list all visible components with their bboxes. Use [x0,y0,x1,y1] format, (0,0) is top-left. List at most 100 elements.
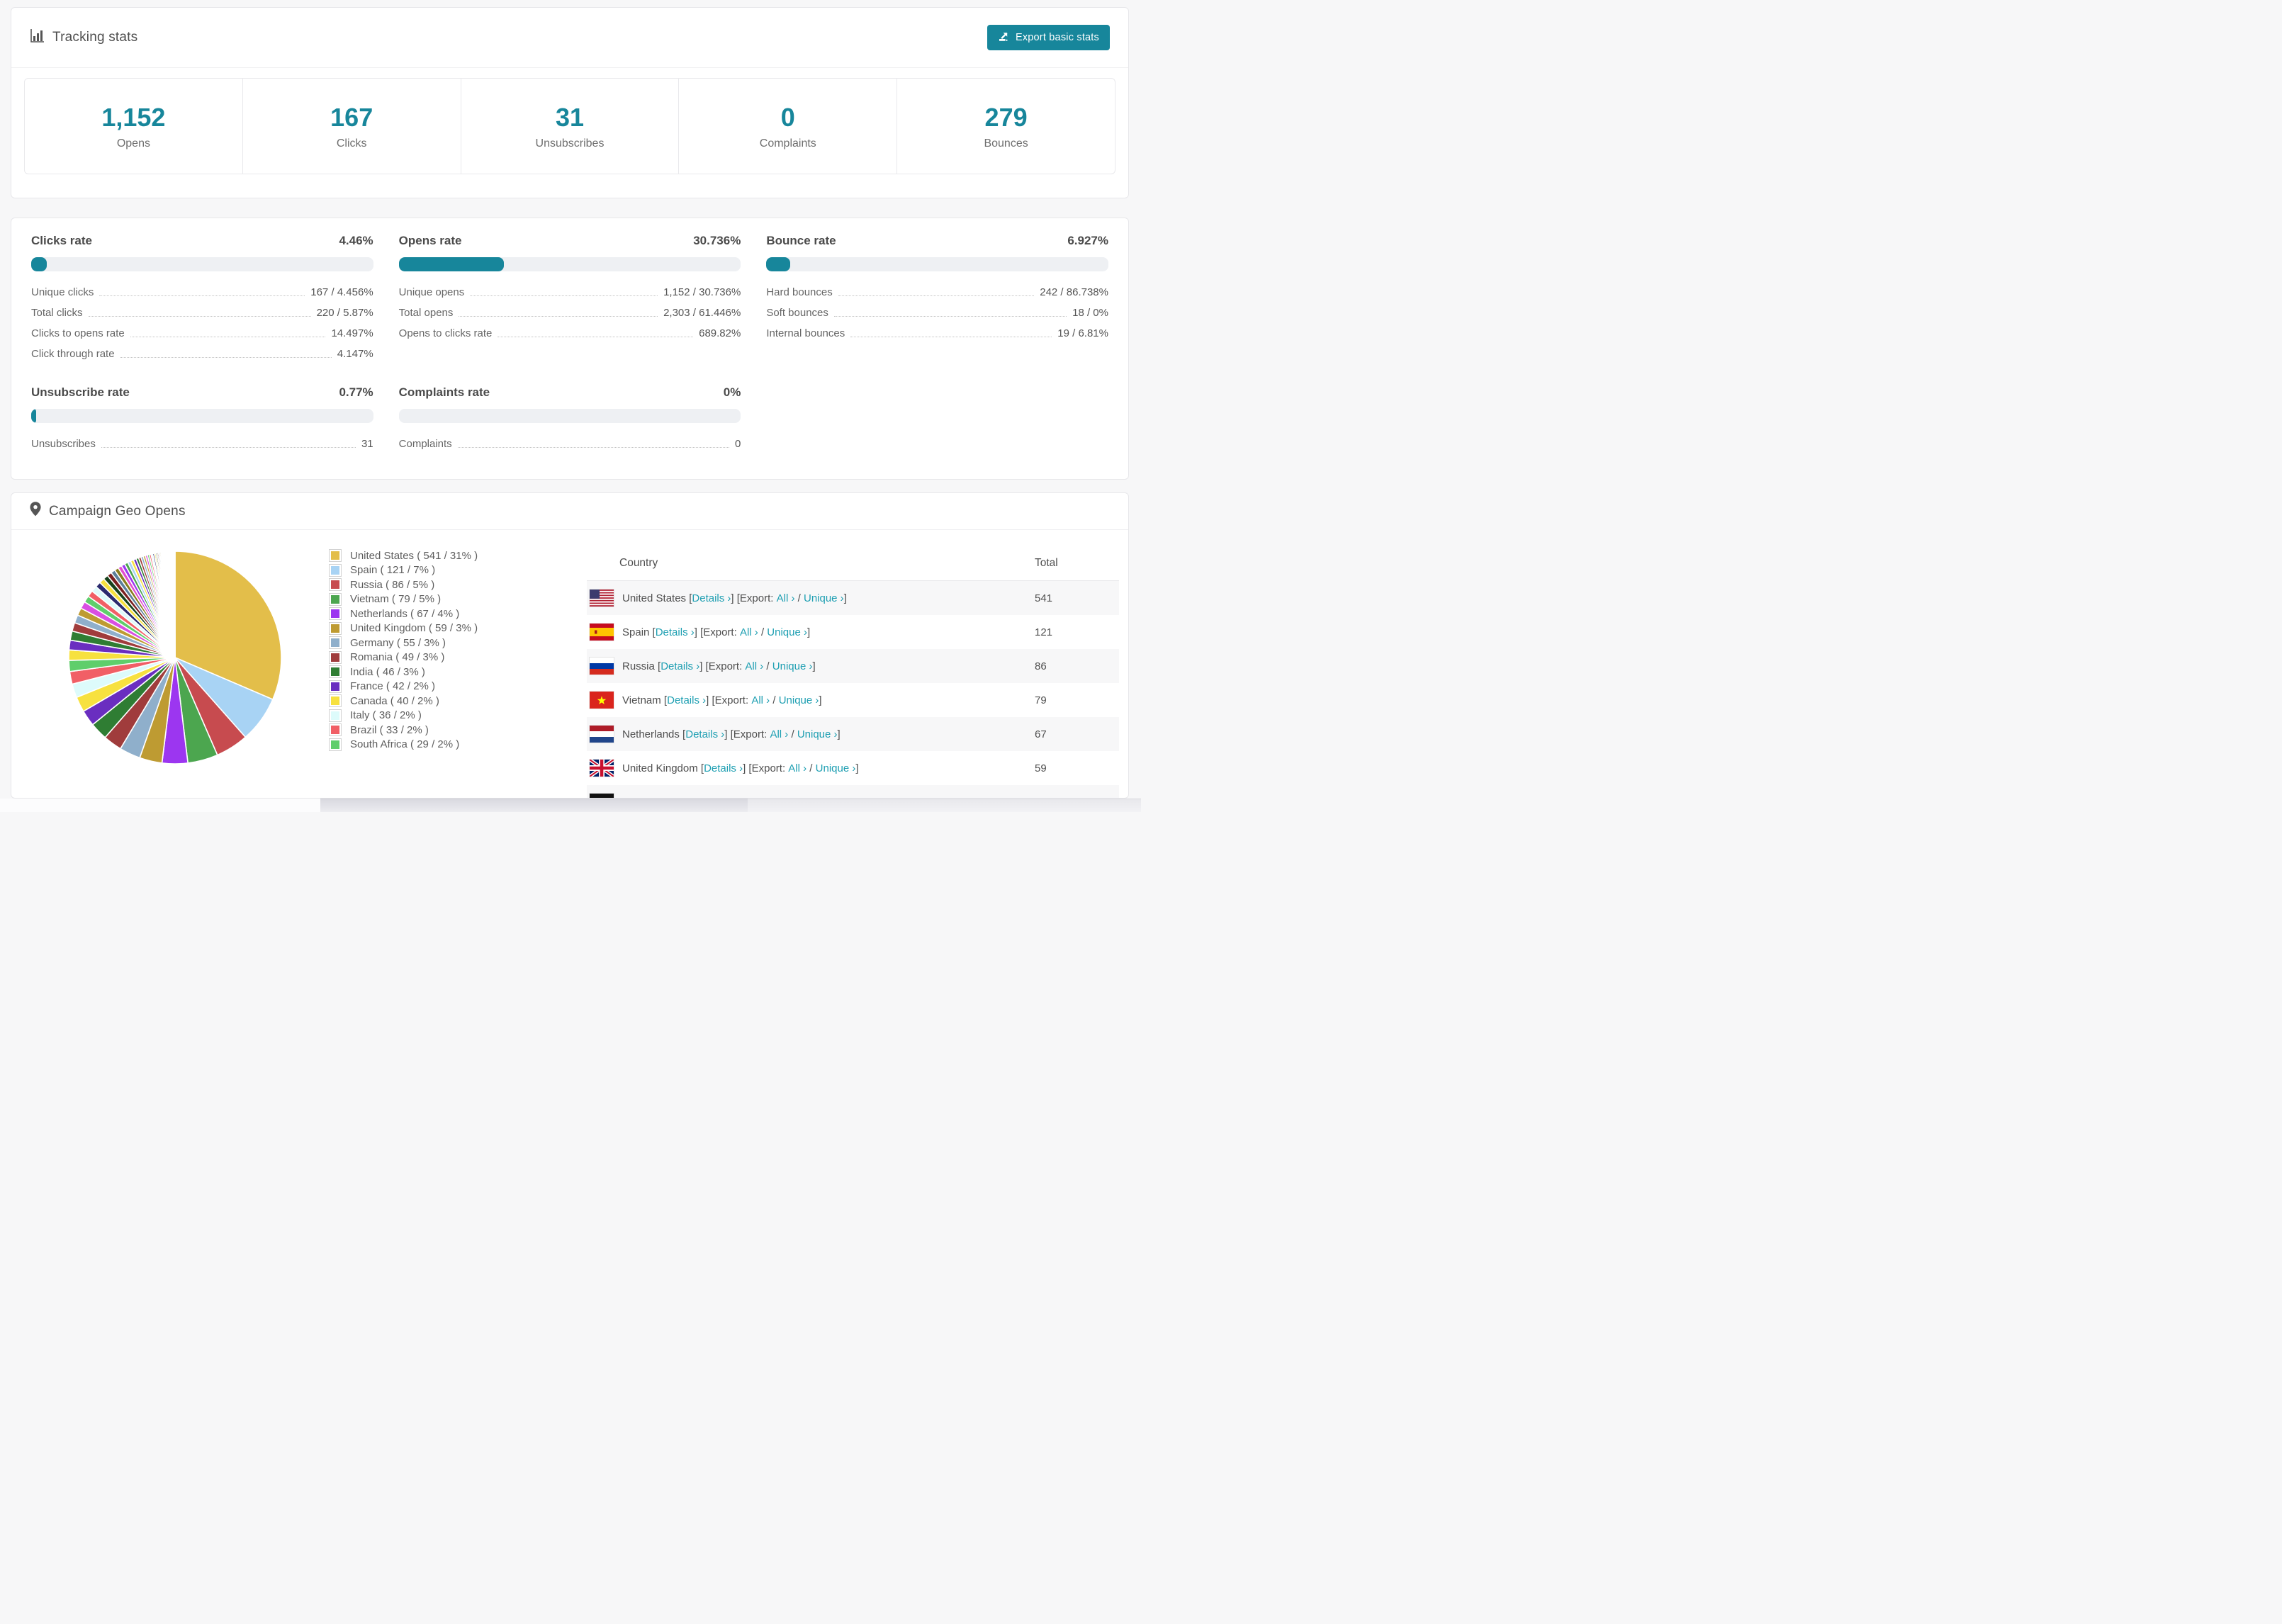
legend-item-label: Germany ( 55 / 3% ) [350,636,446,649]
export-unique-link[interactable]: Unique › [779,694,819,706]
rate-rows: Unique opens 1,152 / 30.736% Total opens 2,… [399,286,741,339]
export-icon [998,30,1009,45]
legend-item[interactable]: United Kingdom ( 59 / 3% ) [329,621,478,636]
stat-value: 31 [555,102,585,132]
details-link[interactable]: Details › [704,762,743,774]
country-cell: Germany [Details ›] [Export: All › / Uni… [590,794,1035,798]
rate-row: Clicks to opens rate 14.497% [31,327,373,339]
stat-label: Clicks [336,137,367,150]
rate-row-value: 242 / 86.738% [1040,286,1108,298]
rate-row: Hard bounces 242 / 86.738% [766,286,1108,298]
total-cell: 59 [1035,762,1047,774]
legend-swatch-color [331,653,339,662]
legend-item-label: Russia ( 86 / 5% ) [350,578,435,591]
export-unique-link[interactable]: Unique › [797,728,838,740]
export-all-link[interactable]: All › [740,626,758,638]
rate-row-value: 2,303 / 61.446% [663,307,741,319]
legend-swatch [329,680,342,693]
export-all-link[interactable]: All › [770,728,788,740]
rate-row: Opens to clicks rate 689.82% [399,327,741,339]
dotted-leader [833,316,1067,317]
geo-section-title: Campaign Geo Opens [49,503,186,519]
rate-row: Total opens 2,303 / 61.446% [399,307,741,319]
rate-block: Unsubscribe rate 0.77% Unsubscribes 31 [31,385,373,450]
details-link[interactable]: Details › [692,592,731,604]
legend-item-label: Canada ( 40 / 2% ) [350,694,439,707]
legend-item[interactable]: Netherlands ( 67 / 4% ) [329,607,478,621]
legend-swatch-color [331,624,339,633]
legend-item[interactable]: Canada ( 40 / 2% ) [329,694,478,709]
rate-value: 4.46% [339,234,373,247]
legend-swatch-color [331,726,339,735]
rate-row-label: Unique opens [398,286,465,298]
legend-item[interactable]: Italy ( 36 / 2% ) [329,709,478,723]
country-name: Spain [622,626,650,638]
bracket-text: / [763,660,772,672]
progress-bar-fill [766,257,790,271]
geo-header: Campaign Geo Opens [11,493,1128,530]
dotted-leader [838,295,1035,296]
export-unique-link[interactable]: Unique › [804,592,844,604]
stat-value: 279 [984,102,1028,132]
legend-item-label: United States ( 541 / 31% ) [350,549,478,562]
progress-bar-track [31,409,373,423]
legend-item[interactable]: Spain ( 121 / 7% ) [329,563,478,578]
rate-row-value: 0 [734,438,741,450]
legend-item[interactable]: France ( 42 / 2% ) [329,680,478,694]
bracket-text: ] [812,660,816,672]
details-link[interactable]: Details › [667,694,706,706]
legend-item[interactable]: Germany ( 55 / 3% ) [329,636,478,650]
legend-swatch-color [331,697,339,706]
legend-swatch [329,650,342,664]
stat-label: Unsubscribes [535,137,605,150]
export-unique-link[interactable]: Unique › [772,660,813,672]
country-name: United Kingdom [622,762,698,774]
export-unique-link[interactable]: Unique › [767,626,807,638]
export-all-link[interactable]: All › [777,592,795,604]
details-link[interactable]: Details › [656,626,695,638]
details-link[interactable]: Details › [685,728,724,740]
legend-item[interactable]: Brazil ( 33 / 2% ) [329,723,478,738]
rate-rows: Unsubscribes 31 [31,438,373,450]
details-link[interactable]: Details › [661,660,699,672]
export-basic-stats-button[interactable]: Export basic stats [987,25,1110,50]
export-all-link[interactable]: All › [788,762,806,774]
column-header-country: Country [619,556,658,569]
page-title: Tracking stats [52,30,138,45]
summary-stat-box: 31 Unsubscribes [461,79,680,174]
export-all-link[interactable]: All › [751,694,770,706]
legend-item[interactable]: Russia ( 86 / 5% ) [329,577,478,592]
tracking-stats-header: Tracking stats Export basic stats [11,8,1128,68]
rate-row-value: 220 / 5.87% [316,307,373,319]
table-body: United States [Details ›] [Export: All ›… [587,581,1119,798]
map-pin-icon [30,502,41,521]
legend-swatch [329,621,342,635]
legend-swatch-color [331,565,339,575]
legend-item-label: Italy ( 36 / 2% ) [350,709,422,722]
export-all-link[interactable]: All › [745,660,763,672]
pie-legend: United States ( 541 / 31% ) Spain ( 121 /… [329,548,478,752]
legend-item[interactable]: India ( 46 / 3% ) [329,665,478,680]
legend-item[interactable]: United States ( 541 / 31% ) [329,548,478,563]
legend-item[interactable]: Romania ( 49 / 3% ) [329,650,478,665]
legend-item[interactable]: South Africa ( 29 / 2% ) [329,738,478,752]
export-button-label: Export basic stats [1015,32,1099,43]
legend-swatch-color [331,609,339,619]
stat-value: 167 [330,102,373,132]
table-row: Germany [Details ›] [Export: All › / Uni… [587,785,1119,798]
rate-row-label: Unique clicks [31,286,94,298]
legend-swatch [329,723,342,737]
bracket-text: ] [819,694,822,706]
dotted-leader [459,316,658,317]
legend-swatch-color [331,667,339,677]
export-unique-link[interactable]: Unique › [816,762,856,774]
bottom-strip-right [748,799,1141,812]
de-flag-icon [590,794,614,798]
legend-item-label: Netherlands ( 67 / 4% ) [350,607,460,620]
progress-bar-track [398,409,741,423]
legend-item[interactable]: Vietnam ( 79 / 5% ) [329,592,478,607]
legend-swatch [329,563,342,577]
rate-row: Unique clicks 167 / 4.456% [31,286,373,298]
rate-block: Complaints rate 0% Complaints 0 [398,385,741,450]
legend-item-label: France ( 42 / 2% ) [350,680,436,693]
